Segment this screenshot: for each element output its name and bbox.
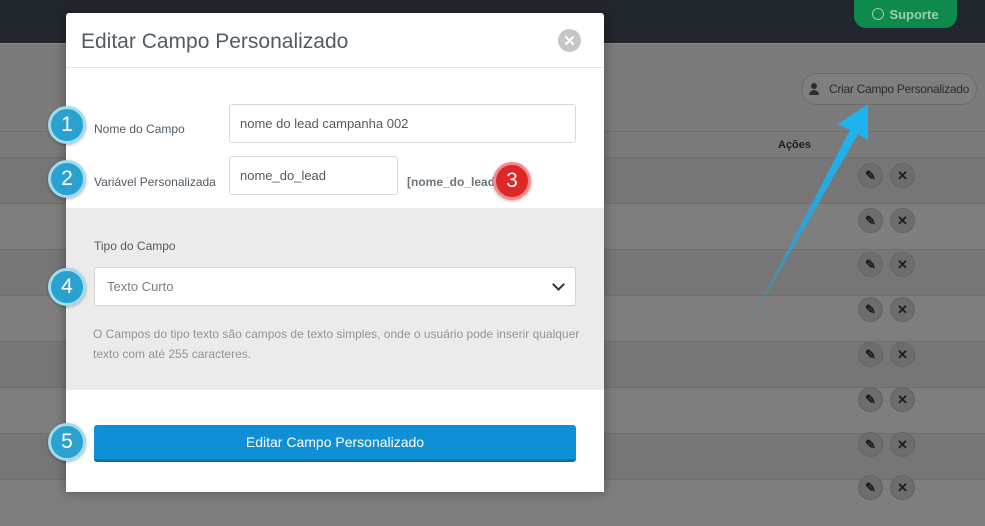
step-badge-3: 3 — [493, 162, 531, 200]
x-icon[interactable]: ✕ — [890, 208, 915, 233]
variable-input[interactable]: nome_do_lead — [229, 156, 398, 195]
field-type-select[interactable]: Texto Curto — [94, 267, 576, 306]
pencil-icon[interactable]: ✎ — [858, 208, 883, 233]
pencil-icon[interactable]: ✎ — [858, 387, 883, 412]
modal-header: Editar Campo Personalizado ✕ — [66, 13, 604, 68]
chevron-down-icon — [552, 278, 565, 291]
edit-custom-field-modal: Editar Campo Personalizado ✕ Nome do Cam… — [66, 13, 604, 492]
step-badge-2: 2 — [48, 160, 86, 198]
pencil-icon[interactable]: ✎ — [858, 342, 883, 367]
support-button[interactable]: Suporte — [854, 0, 957, 28]
x-icon[interactable]: ✕ — [890, 252, 915, 277]
submit-edit-label: Editar Campo Personalizado — [245, 434, 425, 450]
x-icon[interactable]: ✕ — [890, 387, 915, 412]
field-type-selected: Texto Curto — [107, 279, 174, 294]
x-icon[interactable]: ✕ — [890, 163, 915, 188]
pencil-icon[interactable]: ✎ — [858, 297, 883, 322]
step-badge-4: 4 — [48, 268, 86, 306]
field-name-input[interactable]: nome do lead campanha 002 — [229, 104, 576, 143]
pencil-icon[interactable]: ✎ — [858, 475, 883, 500]
pencil-icon[interactable]: ✎ — [858, 252, 883, 277]
support-button-label: Suporte — [889, 6, 939, 22]
actions-column-header: Ações — [778, 139, 812, 151]
x-icon[interactable]: ✕ — [890, 342, 915, 367]
create-custom-field-label: Criar Campo Personalizado — [829, 82, 969, 96]
field-type-label: Tipo do Campo — [94, 239, 176, 253]
variable-tag: [nome_do_lead] — [407, 175, 500, 189]
pencil-icon[interactable]: ✎ — [858, 432, 883, 457]
pencil-icon[interactable]: ✎ — [858, 163, 883, 188]
variable-value: nome_do_lead — [240, 168, 327, 183]
modal-title: Editar Campo Personalizado — [81, 30, 349, 53]
submit-edit-button[interactable]: Editar Campo Personalizado — [94, 425, 576, 462]
variable-label: Variável Personalizada — [94, 175, 216, 189]
field-name-value: nome do lead campanha 002 — [240, 116, 409, 131]
field-type-help-text: O Campos do tipo texto são campos de tex… — [93, 327, 580, 361]
x-icon[interactable]: ✕ — [890, 475, 915, 500]
field-name-label: Nome do Campo — [94, 122, 185, 136]
step-badge-5: 5 — [48, 423, 86, 461]
close-icon[interactable]: ✕ — [558, 29, 581, 52]
user-plus-icon — [809, 83, 823, 95]
x-icon[interactable]: ✕ — [890, 432, 915, 457]
step-badge-1: 1 — [48, 106, 86, 144]
whatsapp-icon — [872, 8, 885, 20]
create-custom-field-button[interactable]: Criar Campo Personalizado — [801, 73, 977, 105]
x-icon[interactable]: ✕ — [890, 297, 915, 322]
